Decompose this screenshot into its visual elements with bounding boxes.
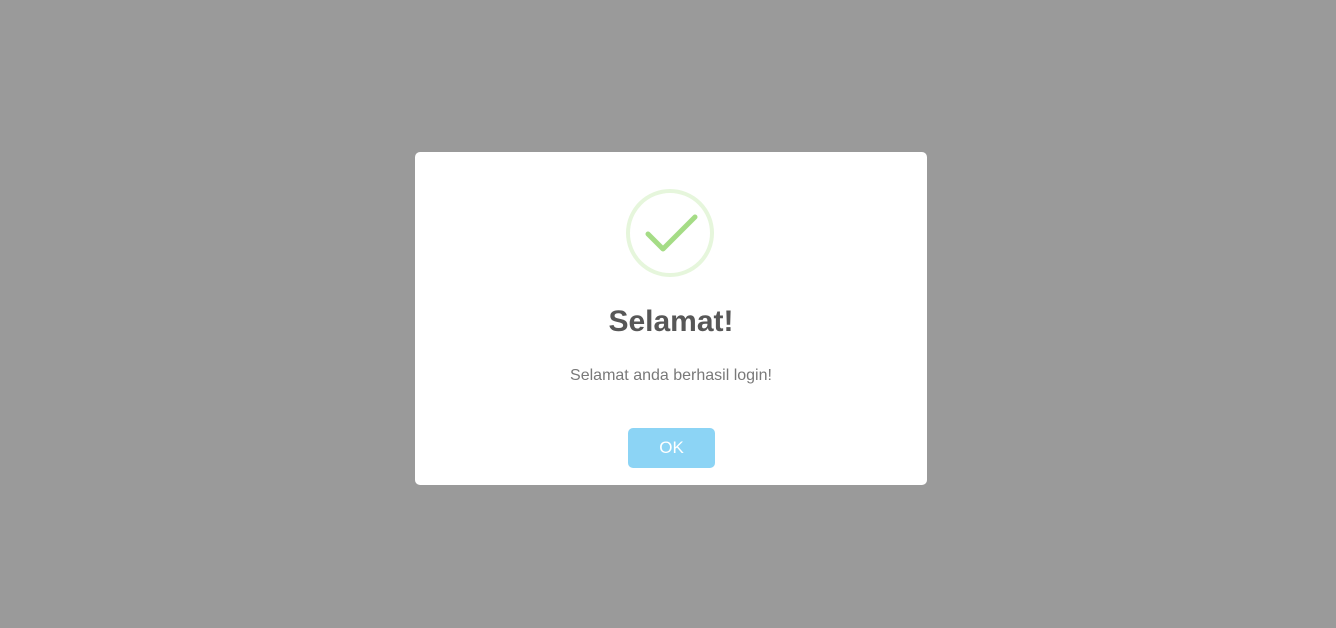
ok-button[interactable]: OK [628,428,715,468]
success-check-icon [626,189,714,277]
dialog-message: Selamat anda berhasil login! [570,367,772,384]
success-dialog: Selamat! Selamat anda berhasil login! OK [415,152,927,485]
dialog-title: Selamat! [608,305,734,338]
